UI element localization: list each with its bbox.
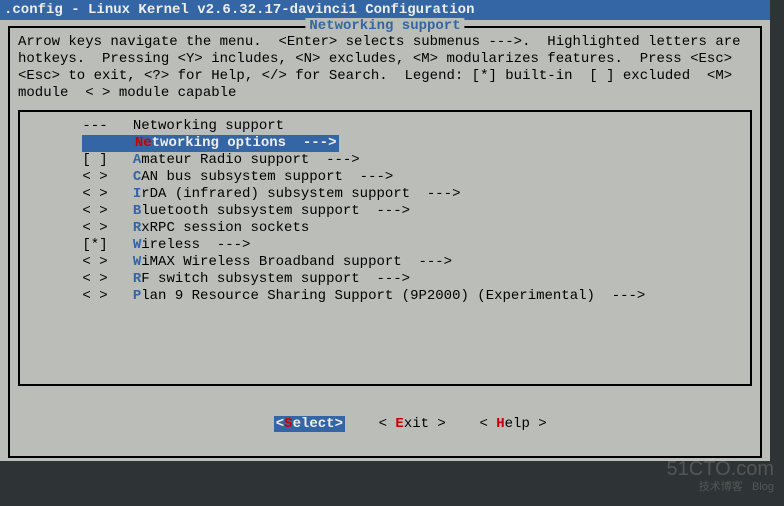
titlebar: .config - Linux Kernel v2.6.32.17-davinc… bbox=[0, 0, 770, 20]
watermark: 51CTO.com 技术博客 Blog bbox=[667, 460, 774, 496]
menu-item[interactable]: < > Plan 9 Resource Sharing Support (9P2… bbox=[20, 288, 750, 305]
kernel-config-window: .config - Linux Kernel v2.6.32.17-davinc… bbox=[0, 0, 770, 461]
menu-item-selected[interactable]: Networking options ---> bbox=[82, 135, 338, 152]
menu-list[interactable]: --- Networking support Networking option… bbox=[18, 110, 752, 386]
select-button[interactable]: <Select> bbox=[274, 416, 345, 432]
menu-item[interactable]: < > WiMAX Wireless Broadband support ---… bbox=[20, 254, 750, 271]
menu-item[interactable]: < > RF switch subsystem support ---> bbox=[20, 271, 750, 288]
exit-button[interactable]: < Exit > bbox=[379, 416, 446, 432]
dialog-frame: Networking support Arrow keys navigate t… bbox=[8, 26, 762, 458]
dialog-title: Networking support bbox=[305, 18, 464, 34]
menu-item[interactable]: < > IrDA (infrared) subsystem support --… bbox=[20, 186, 750, 203]
window-title: .config - Linux Kernel v2.6.32.17-davinc… bbox=[4, 2, 474, 18]
menu-item[interactable]: [ ] Amateur Radio support ---> bbox=[20, 152, 750, 169]
button-row: <Select> < Exit > < Help > bbox=[10, 396, 760, 454]
menu-item[interactable]: < > CAN bus subsystem support ---> bbox=[20, 169, 750, 186]
menu-item[interactable]: Networking options ---> bbox=[20, 135, 750, 152]
help-button[interactable]: < Help > bbox=[479, 416, 546, 432]
menu-item[interactable]: --- Networking support bbox=[20, 118, 750, 135]
menu-item[interactable]: < > RxRPC session sockets bbox=[20, 220, 750, 237]
menu-item[interactable]: [*] Wireless ---> bbox=[20, 237, 750, 254]
menu-item[interactable]: < > Bluetooth subsystem support ---> bbox=[20, 203, 750, 220]
help-text: Arrow keys navigate the menu. <Enter> se… bbox=[10, 28, 760, 106]
